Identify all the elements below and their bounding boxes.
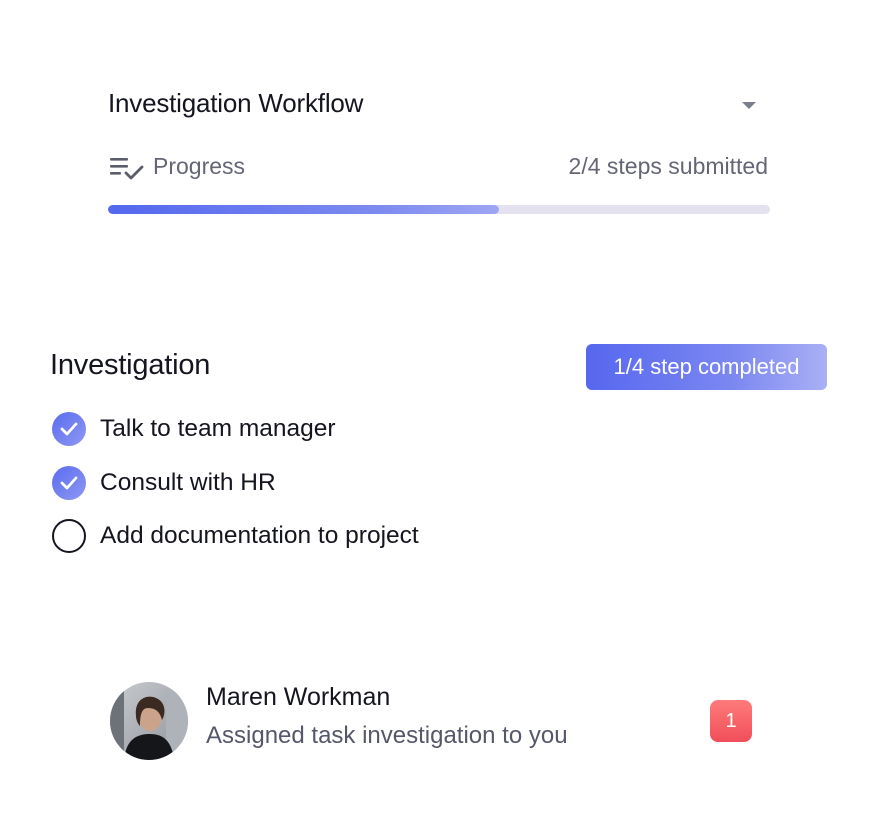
task-label: Talk to team manager <box>100 415 336 442</box>
progress-bar <box>108 205 770 214</box>
notification-count-badge[interactable]: 1 <box>710 700 752 742</box>
task-item[interactable]: Talk to team manager <box>52 411 336 447</box>
empty-circle-icon[interactable] <box>52 519 86 553</box>
task-label: Consult with HR <box>100 469 276 496</box>
checkmark-icon[interactable] <box>52 466 86 500</box>
section-title: Investigation <box>50 349 211 381</box>
caret-down-icon[interactable] <box>742 102 756 109</box>
step-completed-badge: 1/4 step completed <box>586 344 827 390</box>
checkmark-icon[interactable] <box>52 412 86 446</box>
task-item[interactable]: Add documentation to project <box>52 518 419 554</box>
progress-label: Progress <box>153 153 246 179</box>
workflow-title: Investigation Workflow <box>108 88 364 118</box>
progress-bar-fill <box>108 205 499 214</box>
notification-message: Assigned task investigation to you <box>206 722 568 749</box>
avatar[interactable] <box>110 682 188 760</box>
notification-sender: Maren Workman <box>206 683 391 711</box>
checklist-icon <box>110 158 144 180</box>
task-item[interactable]: Consult with HR <box>52 465 276 501</box>
steps-submitted-count: 2/4 steps submitted <box>568 153 768 179</box>
task-label: Add documentation to project <box>100 522 419 549</box>
